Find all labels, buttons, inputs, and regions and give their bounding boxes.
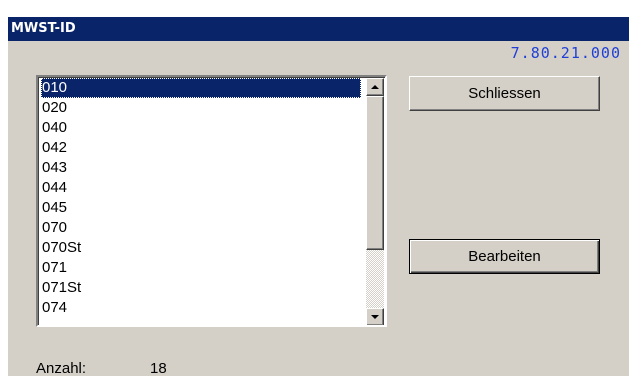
count-label: Anzahl:	[36, 360, 87, 376]
edit-button[interactable]: Bearbeiten	[409, 239, 600, 274]
mwst-id-window: MWST-ID 7.80.21.000 010 020 040 042 043 …	[8, 17, 629, 376]
scroll-up-button[interactable]	[366, 78, 384, 96]
arrow-up-icon	[371, 85, 379, 89]
list-item[interactable]: 020	[41, 98, 361, 118]
list-item[interactable]: 045	[41, 198, 361, 218]
list-item[interactable]: 070St	[41, 238, 361, 258]
list-item[interactable]: 044	[41, 178, 361, 198]
window-title: MWST-ID	[8, 17, 629, 41]
scroll-thumb[interactable]	[366, 96, 384, 250]
list-item[interactable]: 010	[41, 78, 361, 98]
list-item[interactable]: 040	[41, 118, 361, 138]
count-value: 18	[150, 360, 167, 376]
list-scrollbar[interactable]	[366, 78, 384, 325]
list-item[interactable]: 071St	[41, 278, 361, 298]
close-button[interactable]: Schliessen	[409, 76, 600, 111]
list-item[interactable]: 071	[41, 258, 361, 278]
list-item[interactable]: 074	[41, 298, 361, 318]
mwst-id-listbox[interactable]: 010 020 040 042 043 044 045 070 070St 07…	[36, 75, 387, 327]
list-items: 010 020 040 042 043 044 045 070 070St 07…	[41, 78, 361, 318]
list-item[interactable]: 070	[41, 218, 361, 238]
list-item[interactable]: 043	[41, 158, 361, 178]
list-item[interactable]: 042	[41, 138, 361, 158]
arrow-down-icon	[371, 315, 379, 319]
version-label: 7.80.21.000	[510, 44, 621, 62]
scroll-down-button[interactable]	[366, 308, 384, 325]
